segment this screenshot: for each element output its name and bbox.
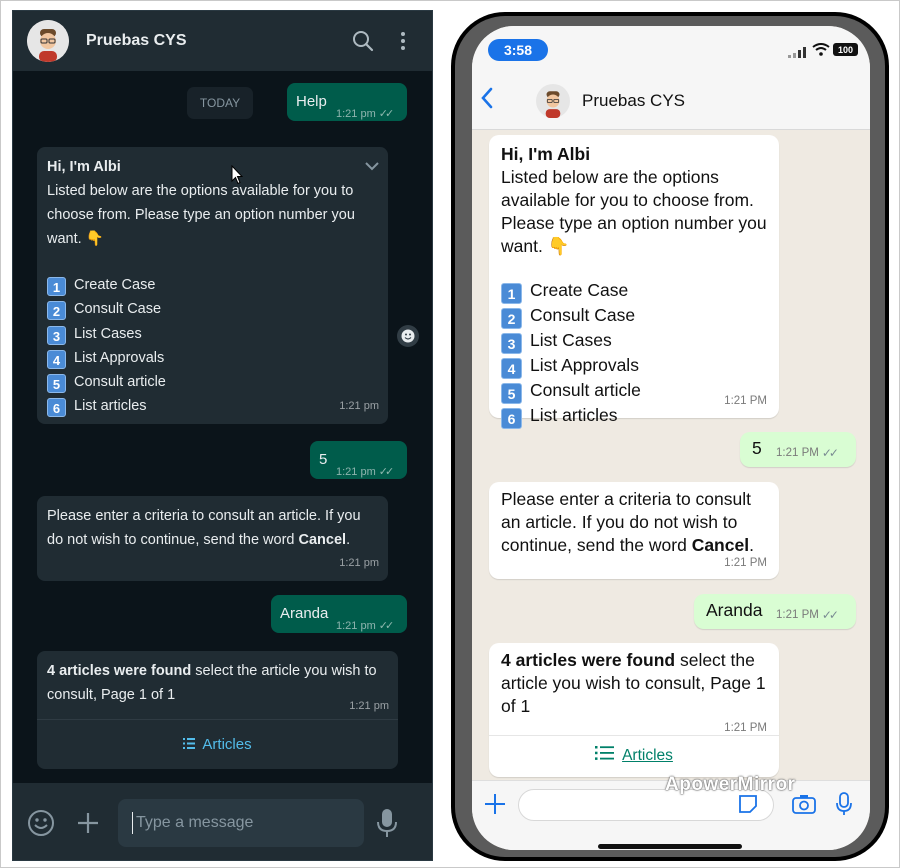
double-check-icon: ✓✓ (378, 620, 395, 632)
home-indicator (598, 844, 742, 849)
message-text: 5 (319, 451, 328, 468)
list-item: 6 List articles (47, 394, 378, 418)
status-time: 3:58 (488, 39, 548, 61)
whatsapp-web-window: Pruebas CYS TODAY Help 1:21 pm ✓✓ Hi, I'm… (12, 10, 433, 861)
message-text: Listed below are the options available f… (47, 183, 355, 247)
camera-icon[interactable] (792, 794, 816, 819)
list-item: 4 List Approvals (47, 346, 378, 370)
double-check-icon: ✓✓ (378, 108, 395, 120)
mic-icon[interactable] (376, 808, 398, 838)
list-item: 3 List Cases (501, 329, 767, 354)
status-bar: 3:58 100 (472, 26, 870, 72)
list-item: 2 Consult Case (501, 304, 767, 329)
date-divider: TODAY (187, 87, 253, 119)
message-meta: 1:21 pm (339, 400, 379, 412)
message-text: 5 (752, 438, 762, 458)
list-icon (595, 744, 615, 767)
sticker-icon[interactable] (738, 794, 758, 819)
chat-header: Pruebas CYS (472, 72, 870, 130)
double-check-icon: ✓✓ (821, 608, 839, 622)
message-outgoing[interactable]: Aranda 1:21 pm ✓✓ (271, 595, 407, 633)
message-meta: 1:21 pm ✓✓ (336, 102, 395, 126)
signal-icon (788, 45, 806, 63)
emoji-icon[interactable] (27, 809, 55, 837)
composer-bar: Type a message (13, 783, 432, 860)
list-item: 4 List Approvals (501, 354, 767, 379)
message-incoming[interactable]: Please enter a criteria to consult an ar… (489, 482, 779, 579)
search-icon[interactable] (348, 26, 378, 56)
message-text: 4 articles were found (47, 663, 192, 679)
option-list: 1 Create Case 2 Consult Case 3 List Cases 4… (47, 273, 378, 419)
list-icon (183, 733, 196, 757)
message-outgoing[interactable]: Aranda 1:21 PM ✓✓ (694, 594, 856, 629)
message-text: Aranda (280, 605, 329, 622)
avatar[interactable] (536, 83, 570, 118)
mirror-watermark: ApowerMirror (665, 774, 796, 795)
articles-list-button[interactable]: Articles (37, 719, 398, 769)
message-meta: 1:21 PM (724, 395, 767, 407)
list-item: 3 List Cases (47, 322, 378, 346)
back-arrow-icon[interactable] (480, 87, 494, 114)
mouse-cursor-icon (231, 164, 244, 190)
message-text: Aranda (706, 600, 763, 620)
phone-screen: 3:58 100 Pruebas CYS Hi, I'm Albi Listed… (472, 26, 870, 850)
list-item: 2 Consult Case (47, 297, 378, 321)
mic-icon[interactable] (836, 792, 852, 821)
message-meta: 1:21 pm ✓✓ (336, 460, 395, 484)
message-text: Listed below are the options available f… (501, 167, 767, 256)
contact-name[interactable]: Pruebas CYS (582, 91, 685, 111)
message-text: Help (296, 93, 327, 110)
list-item: 1 Create Case (47, 273, 378, 297)
message-incoming[interactable]: 4 articles were found select the article… (489, 643, 779, 777)
wifi-icon (812, 43, 830, 61)
kebab-menu-icon[interactable] (388, 26, 418, 56)
articles-list-button[interactable]: Articles (489, 735, 779, 775)
message-incoming[interactable]: Please enter a criteria to consult an ar… (37, 496, 388, 581)
list-item: 5 Consult article (47, 370, 378, 394)
emoji-reaction-icon[interactable] (397, 325, 419, 347)
plus-icon[interactable] (76, 811, 100, 835)
battery-icon: 100 (833, 43, 858, 56)
message-list: TODAY Help 1:21 pm ✓✓ Hi, I'm Albi Listed… (13, 71, 432, 783)
plus-icon[interactable] (484, 793, 506, 820)
message-outgoing[interactable]: 5 1:21 PM ✓✓ (740, 432, 856, 467)
message-meta: 1:21 pm ✓✓ (336, 614, 395, 638)
message-meta: 1:21 pm (339, 557, 379, 569)
message-text: 4 articles were found (501, 650, 676, 670)
message-meta: 1:21 PM (724, 557, 767, 569)
double-check-icon: ✓✓ (378, 466, 395, 478)
phone-mirror: 3:58 100 Pruebas CYS Hi, I'm Albi Listed… (451, 12, 889, 861)
message-incoming[interactable]: Hi, I'm Albi Listed below are the option… (37, 147, 388, 424)
message-title: Hi, I'm Albi (501, 144, 591, 164)
chevron-down-icon[interactable] (364, 155, 380, 179)
message-incoming[interactable]: Hi, I'm Albi Listed below are the option… (489, 135, 779, 429)
list-item: 1 Create Case (501, 279, 767, 304)
chat-header: Pruebas CYS (13, 11, 432, 71)
message-title: Hi, I'm Albi (47, 159, 121, 175)
contact-name[interactable]: Pruebas CYS (86, 32, 338, 50)
message-meta: 1:21 pm (349, 700, 389, 712)
message-list: Hi, I'm Albi Listed below are the option… (472, 130, 870, 780)
double-check-icon: ✓✓ (821, 446, 839, 460)
message-meta: 1:21 PM ✓✓ (776, 608, 839, 622)
message-incoming[interactable]: 4 articles were found select the article… (37, 651, 398, 769)
message-outgoing[interactable]: Help 1:21 pm ✓✓ (287, 83, 407, 121)
avatar[interactable] (27, 20, 69, 62)
message-input[interactable]: Type a message (118, 798, 364, 847)
message-outgoing[interactable]: 5 1:21 pm ✓✓ (310, 441, 407, 479)
message-meta: 1:21 PM ✓✓ (776, 446, 839, 460)
